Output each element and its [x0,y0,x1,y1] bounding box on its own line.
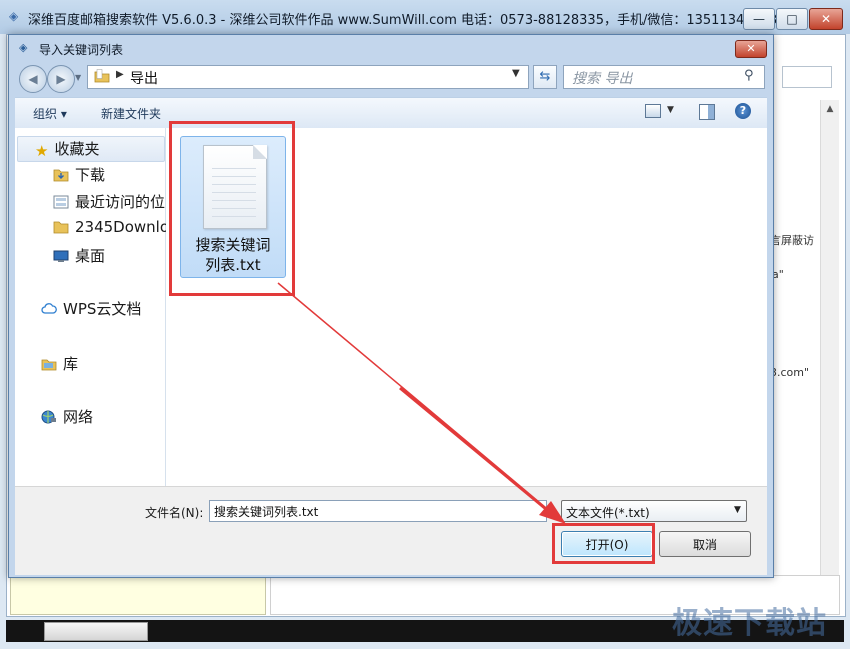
minimize-button[interactable]: — [743,8,775,30]
nav-item-2345downloads[interactable]: 2345Downlo [53,218,169,236]
background-log-pane [10,575,266,615]
cancel-button[interactable]: 取消 [659,531,751,557]
change-view-icon[interactable] [645,104,661,118]
main-window-title: 深维百度邮箱搜索软件 V5.6.0.3 - 深维公司软件作品 www.SumWi… [28,13,778,28]
annotation-highlight-file [169,121,295,296]
history-dropdown-icon[interactable]: ▼ [75,73,81,82]
import-keywords-dialog: ◈ 导入关键词列表 ✕ ◀ ▶ ▼ ▶ 导出 ▼ ⇆ 搜索 导出 ⚲ 组织 ▾ … [8,34,774,578]
nav-item-downloads[interactable]: 下载 [53,164,105,185]
folder-icon [94,69,110,83]
dialog-title: 导入关键词列表 [39,43,124,57]
background-scrollbar[interactable]: ▲ ▼ [820,100,839,610]
folder-icon [53,221,69,234]
nav-item-recent-places[interactable]: 最近访问的位 [53,191,165,212]
forward-button[interactable]: ▶ [47,65,75,93]
new-folder-button[interactable]: 新建文件夹 [101,105,161,122]
downloads-folder-icon [53,169,69,182]
refresh-button[interactable]: ⇆ [533,65,557,89]
network-icon [41,410,56,424]
dialog-toolbar: 组织 ▾ 新建文件夹 ▼ ? [15,97,767,129]
app-icon: ◈ [9,9,19,23]
view-dropdown-icon[interactable]: ▼ [667,105,674,115]
nav-item-label: WPS云文档 [63,300,142,318]
nav-item-label: 桌面 [75,247,106,265]
library-icon [41,359,57,371]
nav-item-network[interactable]: 网络 [41,406,93,427]
preview-pane-fill [708,105,714,119]
filetype-select[interactable]: 文本文件(*.txt) ▼ [561,500,747,522]
nav-item-libraries[interactable]: 库 [41,353,78,374]
breadcrumb-current-folder[interactable]: 导出 [130,68,158,88]
dialog-close-button[interactable]: ✕ [735,40,767,58]
nav-item-label: 最近访问的位 [75,193,166,211]
nav-item-label: 下载 [75,166,106,184]
background-text-fragment: 3.com" [770,366,810,379]
background-text-area: 言屏蔽访 a" 3.com" [770,100,820,570]
search-placeholder: 搜索 导出 [572,71,633,87]
desktop-icon [53,250,69,262]
back-button[interactable]: ◀ [19,65,47,93]
organize-button[interactable]: 组织 ▾ [33,105,67,122]
recent-places-icon [53,195,69,209]
background-search-field[interactable] [782,66,832,88]
address-dropdown-icon[interactable]: ▼ [512,68,520,79]
nav-item-label: 2345Downlo [75,218,170,236]
help-icon[interactable]: ? [735,103,751,119]
dialog-icon: ◈ [19,41,28,54]
address-bar[interactable]: ▶ 导出 ▼ [87,65,529,89]
nav-item-desktop[interactable]: 桌面 [53,245,105,266]
background-text-fragment: 言屏蔽访 [770,234,814,247]
star-icon: ★ [35,142,49,160]
filename-input[interactable]: 搜索关键词列表.txt [209,500,547,522]
nav-item-label: 收藏夹 [54,140,100,158]
nav-item-wps-cloud[interactable]: WPS云文档 [41,298,141,319]
cloud-icon [41,303,57,314]
breadcrumb-separator-icon[interactable]: ▶ [116,69,124,80]
filetype-selected-value: 文本文件(*.txt) [566,506,650,520]
maximize-button[interactable]: □ [776,8,808,30]
scroll-up-arrow-icon[interactable]: ▲ [821,100,839,118]
filename-label: 文件名(N): [145,506,204,520]
search-icon[interactable]: ⚲ [744,68,754,83]
close-button[interactable]: ✕ [809,8,843,30]
nav-item-label: 网络 [63,408,94,426]
watermark-logo: 极速下载站 [672,606,827,641]
nav-item-label: 库 [63,355,79,373]
navigation-pane: ★ 收藏夹 下载 最近访问的位 2345Downlo 桌面 WPS云文档 库 网络 [15,128,169,486]
nav-item-favorites[interactable]: ★ 收藏夹 [35,138,100,160]
chevron-down-icon: ▼ [734,505,741,515]
preview-pane-icon[interactable] [699,104,715,120]
scroll-thumb[interactable] [44,622,148,641]
search-input[interactable]: 搜索 导出 ⚲ [563,65,765,89]
annotation-highlight-open-button [552,523,655,564]
